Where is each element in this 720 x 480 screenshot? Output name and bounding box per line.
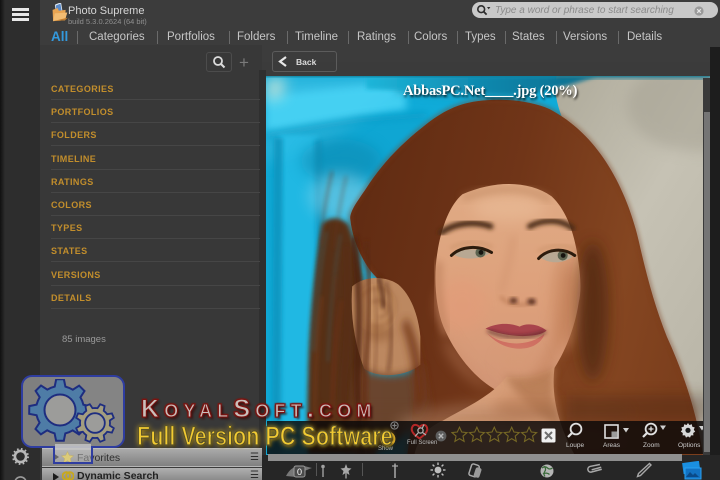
svg-text:0: 0 — [297, 467, 302, 477]
